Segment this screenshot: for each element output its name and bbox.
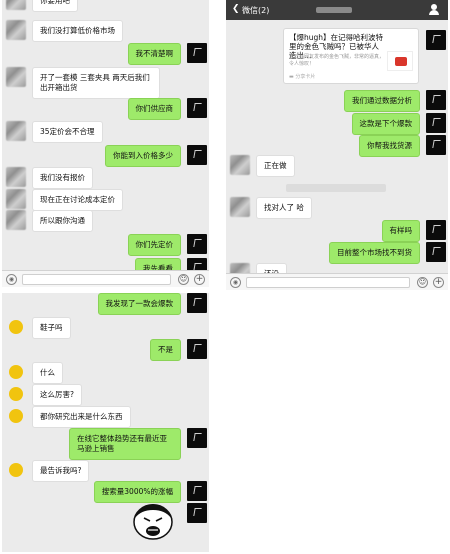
self-avatar[interactable] [426,113,446,133]
self-avatar[interactable] [187,234,207,254]
chat-panel-b: ❮ 微信(2) 【爆hugh】在记得哈利波特里的金色飞贼吗？已被华人造出… 近日… [226,0,448,290]
message-bubble: 我不清楚啊 [127,43,181,65]
contact-avatar[interactable] [6,167,26,187]
back-label[interactable]: 微信(2) [242,5,269,16]
message-input[interactable] [22,274,171,285]
message-bubble: 目前整个市场找不到货 [329,242,420,264]
message-bubble: 这么厉害? [32,384,82,406]
chat-title [316,7,352,13]
contact-avatar[interactable] [9,365,23,379]
message-bubble: 这款是下个爆款 [351,113,420,135]
plus-icon[interactable]: + [194,274,205,285]
meme-face-sticker[interactable] [125,500,181,542]
self-avatar[interactable] [187,428,207,448]
voice-icon[interactable]: ◉ [230,277,241,288]
message-bubble: 你能到入价格多少 [105,145,181,167]
self-avatar[interactable] [426,30,446,50]
contact-avatar[interactable] [9,387,23,401]
chevron-left-icon[interactable]: ❮ [232,4,240,14]
contact-avatar[interactable] [6,20,26,40]
chat-top-bar: ❮ 微信(2) [226,0,448,20]
chat-input-bar: ◉ ☺ + [226,273,448,290]
chat-panel-a: 你要用吧 我们没打算低价格市场 我不清楚啊 开了一套模 三套夹具 两天后我们出开… [2,0,209,287]
self-avatar[interactable] [426,220,446,240]
message-bubble: 开了一套模 三套夹具 两天后我们出开箱出货 [32,67,160,99]
self-avatar[interactable] [187,43,207,63]
link-card-footer: ▬ 分享卡片 [289,74,316,80]
message-bubble: 我发现了一款会爆款 [97,293,181,315]
message-bubble: 在线它整体趋势还有最近亚马逊上销售 [69,428,181,460]
message-bubble: 找对人了 哈 [256,197,312,219]
contact-avatar[interactable] [6,189,26,209]
voice-icon[interactable]: ◉ [6,274,17,285]
message-bubble: 现在正在讨论成本定价 [32,189,123,211]
message-bubble: 我们没打算低价格市场 [32,20,123,42]
message-bubble: 都你研究出来是什么东西 [32,406,131,428]
contact-avatar[interactable] [9,409,23,423]
contact-avatar[interactable] [9,320,23,334]
emoji-icon[interactable]: ☺ [178,274,189,285]
link-card-description: 近日有网友发布的金色飞贼，非常的逼真，令人惊叹！ [289,54,385,67]
message-bubble: 有样吗 [381,220,420,242]
chat-panel-c: 我发现了一款会爆款 鞋子吗 不是 什么 这么厉害? 都你研究出来是什么东西 在线… [2,293,209,552]
timestamp [286,184,386,192]
self-avatar[interactable] [426,242,446,262]
message-bubble: 什么 [32,362,63,384]
contact-avatar[interactable] [230,155,250,175]
message-bubble: 你要用吧 [32,0,78,12]
link-card-thumbnail [387,51,413,71]
message-bubble: 你帮我找货源 [359,135,420,157]
message-bubble: 正在做 [256,155,295,177]
self-avatar[interactable] [187,339,207,359]
message-bubble: 鞋子吗 [32,317,71,339]
self-avatar[interactable] [426,135,446,155]
self-avatar[interactable] [426,90,446,110]
message-bubble: 我们没有报价 [32,167,93,189]
chat-input-bar: ◉ ☺ + [2,270,209,287]
contact-avatar[interactable] [9,463,23,477]
self-avatar[interactable] [187,481,207,501]
message-bubble: 35定价会不合理 [32,121,103,143]
emoji-icon[interactable]: ☺ [417,277,428,288]
message-bubble: 我们通过数据分析 [344,90,420,112]
contact-avatar[interactable] [6,0,26,10]
self-avatar[interactable] [187,145,207,165]
message-bubble: 所以跟你沟通 [32,210,93,232]
message-input[interactable] [246,277,410,288]
message-bubble: 最告诉我吗? [32,460,90,482]
person-icon[interactable] [428,4,440,16]
contact-avatar[interactable] [6,67,26,87]
self-avatar[interactable] [187,98,207,118]
contact-avatar[interactable] [6,210,26,230]
self-avatar[interactable] [187,293,207,313]
message-bubble: 不是 [150,339,181,361]
contact-avatar[interactable] [230,197,250,217]
link-card[interactable]: 【爆hugh】在记得哈利波特里的金色飞贼吗？已被华人造出… 近日有网友发布的金色… [283,28,419,84]
self-avatar[interactable] [187,503,207,523]
message-bubble: 你们供应商 [127,98,181,120]
plus-icon[interactable]: + [433,277,444,288]
contact-avatar[interactable] [6,121,26,141]
message-bubble: 你们先定价 [127,234,181,256]
